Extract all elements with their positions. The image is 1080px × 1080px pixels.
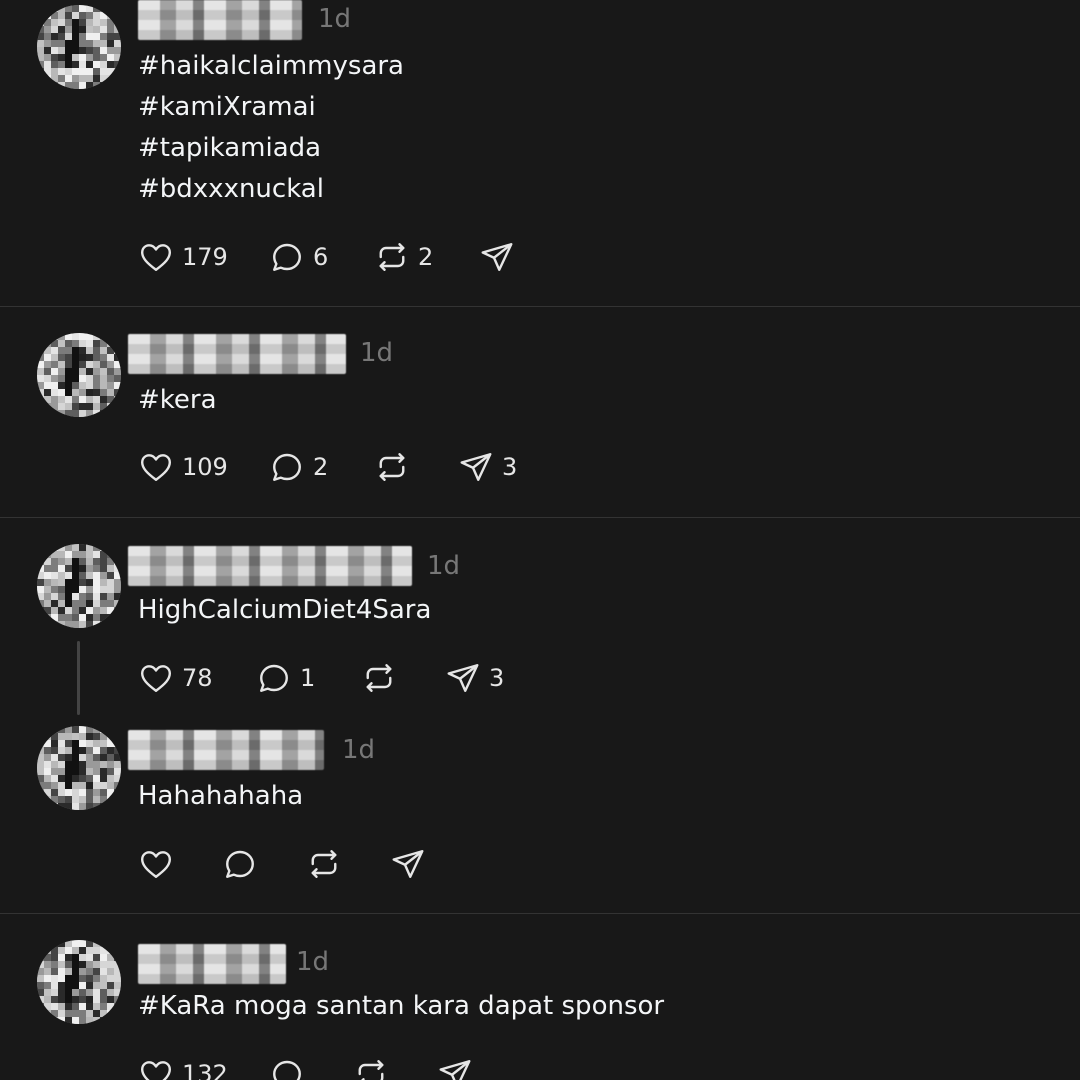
avatar-image (37, 544, 121, 628)
post[interactable]: 1d #KaRa moga santan kara dapat sponsor … (0, 914, 1080, 1080)
repost-icon (374, 239, 410, 275)
post-text: #haikalclaimmysara #kamiXramai #tapikami… (138, 51, 404, 204)
avatar-image (37, 726, 121, 810)
reply-button[interactable]: 1 (256, 658, 315, 698)
share-count: 3 (489, 664, 505, 692)
send-icon (445, 660, 481, 696)
thread-connector-line (77, 641, 80, 715)
post-text: HighCalciumDiet4Sara (138, 595, 432, 625)
repost-button[interactable] (306, 844, 342, 884)
repost-icon (306, 846, 342, 882)
avatar[interactable] (37, 544, 121, 628)
username-redacted[interactable] (128, 334, 346, 374)
repost-button[interactable]: 2 (374, 237, 433, 277)
post-text: Hahahahaha (138, 781, 304, 811)
repost-icon (374, 449, 410, 485)
share-count: 3 (502, 453, 518, 481)
send-icon (390, 846, 426, 882)
reply-count: 2 (313, 453, 329, 481)
share-button[interactable]: 3 (458, 447, 517, 487)
send-icon (437, 1056, 473, 1080)
comment-icon (269, 449, 305, 485)
like-count: 109 (182, 453, 228, 481)
share-button[interactable] (479, 237, 515, 277)
post-timestamp: 1d (318, 4, 352, 34)
share-button[interactable]: 3 (445, 658, 504, 698)
repost-icon (353, 1056, 389, 1080)
threads-feed: 1d #haikalclaimmysara #kamiXramai #tapik… (0, 0, 1080, 1080)
post-text: #KaRa moga santan kara dapat sponsor (138, 991, 665, 1021)
repost-count: 2 (418, 243, 434, 271)
comment-icon (222, 846, 258, 882)
heart-icon (138, 449, 174, 485)
reply-button[interactable] (269, 1054, 305, 1080)
post[interactable]: 1d #kera 109 2 3 (0, 307, 1080, 517)
repost-button[interactable] (353, 1054, 389, 1080)
like-button[interactable]: 132 (138, 1054, 228, 1080)
send-icon (479, 239, 515, 275)
avatar[interactable] (37, 5, 121, 89)
repost-icon (361, 660, 397, 696)
username-redacted[interactable] (128, 546, 412, 586)
post-timestamp: 1d (360, 338, 394, 368)
like-button[interactable]: 179 (138, 237, 228, 277)
post-text: #kera (138, 385, 217, 415)
comment-icon (269, 239, 305, 275)
like-button[interactable]: 78 (138, 658, 213, 698)
heart-icon (138, 239, 174, 275)
username-redacted[interactable] (128, 730, 324, 770)
comment-icon (269, 1056, 305, 1080)
post-timestamp: 1d (427, 551, 461, 581)
like-count: 78 (182, 664, 213, 692)
reply-button[interactable]: 6 (269, 237, 328, 277)
repost-button[interactable] (374, 447, 410, 487)
like-button[interactable] (138, 844, 174, 884)
heart-icon (138, 660, 174, 696)
like-count: 179 (182, 243, 228, 271)
post[interactable]: 1d Hahahahaha (0, 718, 1080, 913)
like-count: 132 (182, 1060, 228, 1080)
post-timestamp: 1d (296, 947, 330, 977)
reply-button[interactable]: 2 (269, 447, 328, 487)
avatar-image (37, 940, 121, 1024)
heart-icon (138, 1056, 174, 1080)
repost-button[interactable] (361, 658, 397, 698)
like-button[interactable]: 109 (138, 447, 228, 487)
send-icon (458, 449, 494, 485)
avatar[interactable] (37, 726, 121, 810)
avatar-image (37, 333, 121, 417)
comment-icon (256, 660, 292, 696)
reply-count: 1 (300, 664, 316, 692)
username-redacted[interactable] (138, 0, 302, 40)
post[interactable]: 1d HighCalciumDiet4Sara 78 1 3 (0, 518, 1080, 718)
post[interactable]: 1d #haikalclaimmysara #kamiXramai #tapik… (0, 0, 1080, 307)
avatar[interactable] (37, 333, 121, 417)
reply-button[interactable] (222, 844, 258, 884)
avatar[interactable] (37, 940, 121, 1024)
share-button[interactable] (437, 1054, 473, 1080)
share-button[interactable] (390, 844, 426, 884)
reply-count: 6 (313, 243, 329, 271)
username-redacted[interactable] (138, 944, 286, 984)
post-timestamp: 1d (342, 735, 376, 765)
avatar-image (37, 5, 121, 89)
heart-icon (138, 846, 174, 882)
